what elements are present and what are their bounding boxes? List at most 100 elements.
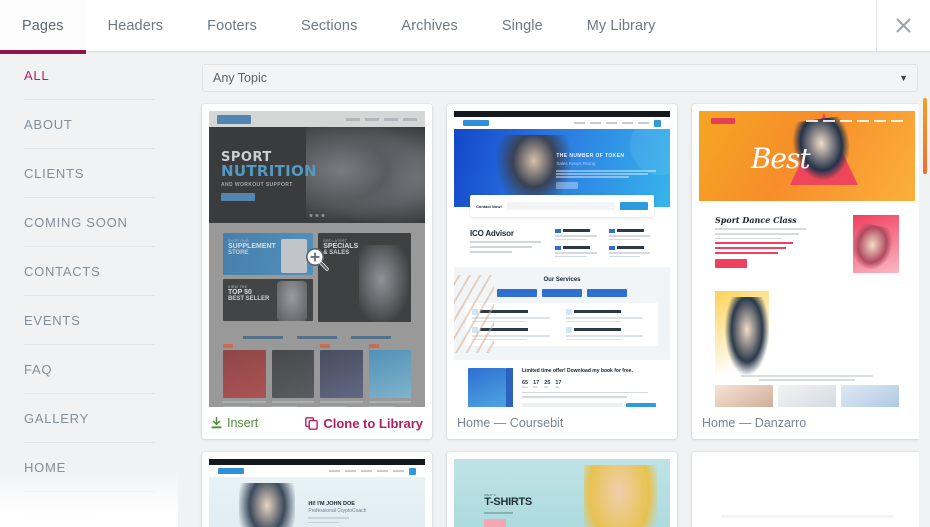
template-thumbnail[interactable]: THE NUMBER OF TOKEN Sales Keeps Rising C… <box>454 111 670 407</box>
template-card-sport-nutrition[interactable]: SPORT NUTRITION AND WORKOUT SUPPORT SHOP… <box>202 104 432 439</box>
sidebar-item-pricings[interactable]: PRICINGS <box>24 492 155 527</box>
thumbnail-preview-image <box>699 459 915 527</box>
sidebar-item-events-label: EVENTS <box>24 313 81 328</box>
book-countdown-3: 17 <box>555 379 562 386</box>
tab-list: Pages Headers Footers Sections Archives … <box>0 0 678 54</box>
template-card-blank[interactable] <box>692 452 922 527</box>
topic-filter-select[interactable]: Any Topic ▼ <box>202 64 918 92</box>
sidebar-item-coming-soon-label: COMING SOON <box>24 215 128 230</box>
clone-to-library-button[interactable]: Clone to Library <box>305 416 423 431</box>
magnifier-plus-icon <box>306 248 329 271</box>
filter-row: Any Topic ▼ <box>190 54 930 92</box>
template-thumbnail[interactable]: MEN'S T-SHIRTS <box>454 459 670 527</box>
template-library-modal: Pages Headers Footers Sections Archives … <box>0 0 930 527</box>
sidebar-item-faq[interactable]: FAQ <box>24 345 155 394</box>
promo3-kicker: SEE LATEST <box>323 239 348 243</box>
template-card-home-danzarro[interactable]: Best Sport Dance Class Home — Danzarro <box>692 104 922 439</box>
template-grid-row-2: HI! I'M JOHN DOE Professional CryptoCoac… <box>190 452 930 527</box>
template-thumbnail[interactable]: SPORT NUTRITION AND WORKOUT SUPPORT SHOP… <box>209 111 425 407</box>
promo2-title2: BEST SELLER <box>228 296 270 303</box>
sidebar-item-gallery[interactable]: GALLERY <box>24 394 155 443</box>
tab-headers-label: Headers <box>107 17 164 34</box>
sidebar-item-about[interactable]: ABOUT <box>24 100 155 149</box>
book-countdown-1: 17 <box>533 379 540 386</box>
thumbnail-preview-image: HI! I'M JOHN DOE Professional CryptoCoac… <box>209 459 425 527</box>
topic-filter-value: Any Topic <box>213 71 267 85</box>
sidebar-item-contacts-label: CONTACTS <box>24 264 101 279</box>
sidebar-item-contacts[interactable]: CONTACTS <box>24 247 155 296</box>
thumbnail-preview-image: MEN'S T-SHIRTS <box>454 459 670 527</box>
sidebar-item-coming-soon[interactable]: COMING SOON <box>24 198 155 247</box>
thumbnail-preview-image: THE NUMBER OF TOKEN Sales Keeps Rising C… <box>454 111 670 407</box>
tab-my-library[interactable]: My Library <box>565 0 678 51</box>
promo1-title2: STORE <box>228 250 249 257</box>
download-insert-icon <box>211 417 222 429</box>
book-offer-title: Limited time offer! Download my book for… <box>522 368 633 375</box>
promo1-kicker: SHOP OUR <box>228 239 250 243</box>
tab-footers-label: Footers <box>207 17 257 34</box>
promo2-kicker: VIEW THE <box>228 285 248 289</box>
tab-pages[interactable]: Pages <box>0 0 86 54</box>
modal-body: ALL ABOUT CLIENTS COMING SOON CONTACTS E… <box>0 54 930 527</box>
tab-pages-label: Pages <box>22 17 64 34</box>
about-hero-title: HI! I'M JOHN DOE <box>308 501 355 507</box>
category-sidebar: ALL ABOUT CLIENTS COMING SOON CONTACTS E… <box>0 54 178 527</box>
sidebar-item-all-label: ALL <box>24 68 50 83</box>
template-grid-row-1: SPORT NUTRITION AND WORKOUT SUPPORT SHOP… <box>190 92 930 439</box>
tab-archives[interactable]: Archives <box>379 0 479 51</box>
sidebar-item-gallery-label: GALLERY <box>24 411 89 426</box>
template-card-tshirts-shop[interactable]: MEN'S T-SHIRTS <box>447 452 677 527</box>
sidebar-item-pricings-label: PRICINGS <box>24 509 93 524</box>
sidebar-item-home-label: HOME <box>24 460 66 475</box>
sidebar-item-clients[interactable]: CLIENTS <box>24 149 155 198</box>
promo1-title: SUPPLEMENT <box>228 243 276 250</box>
template-thumbnail[interactable] <box>699 459 915 527</box>
template-type-tabbar: Pages Headers Footers Sections Archives … <box>0 0 930 54</box>
content-scrollbar-track[interactable] <box>919 54 930 527</box>
danzarro-section-title: Sport Dance Class <box>715 215 797 225</box>
template-card-coursebit-about[interactable]: HI! I'M JOHN DOE Professional CryptoCoac… <box>202 452 432 527</box>
about-hero-sub: Professional CryptoCoach <box>308 508 367 514</box>
template-card-title: Home — Coursebit <box>457 416 564 430</box>
thumb-hero-line2: NUTRITION <box>221 162 317 180</box>
thumb-hero-sub: AND WORKOUT SUPPORT <box>221 181 293 188</box>
close-icon <box>896 18 911 33</box>
tab-single-label: Single <box>501 17 543 34</box>
sidebar-item-all[interactable]: ALL <box>24 54 155 100</box>
insert-button-label: Insert <box>227 416 259 430</box>
sidebar-scrollbar-track[interactable] <box>179 54 366 527</box>
coursebit-cta-label: Contact Now! <box>476 203 502 209</box>
category-list: ALL ABOUT CLIENTS COMING SOON CONTACTS E… <box>0 54 178 527</box>
sidebar-item-about-label: ABOUT <box>24 117 73 132</box>
coursebit-section-title: ICO Advisor <box>470 229 514 238</box>
template-thumbnail[interactable]: Best Sport Dance Class <box>699 111 915 407</box>
coursebit-hero-title: THE NUMBER OF TOKEN <box>556 153 625 159</box>
template-card-home-coursebit[interactable]: THE NUMBER OF TOKEN Sales Keeps Rising C… <box>447 104 677 439</box>
zoom-preview-button[interactable] <box>304 246 330 272</box>
coursebit-services-title: Our Services <box>543 277 581 284</box>
sidebar-item-events[interactable]: EVENTS <box>24 296 155 345</box>
sidebar-item-faq-label: FAQ <box>24 362 53 377</box>
sidebar-item-clients-label: CLIENTS <box>24 166 85 181</box>
close-button[interactable] <box>877 0 930 51</box>
templates-content: Any Topic ▼ SPORT NUTRITION AND WORKOUT … <box>190 54 930 527</box>
book-countdown-2: 25 <box>544 379 551 386</box>
clone-to-library-label: Clone to Library <box>323 415 423 431</box>
tab-my-library-label: My Library <box>586 17 656 34</box>
content-scrollbar-thumb[interactable] <box>923 98 927 174</box>
promo2-title: TOP 50 <box>228 289 252 296</box>
book-countdown-0: 65 <box>522 379 529 386</box>
tab-single[interactable]: Single <box>480 0 565 51</box>
sidebar-item-home[interactable]: HOME <box>24 443 155 492</box>
tab-sections[interactable]: Sections <box>279 0 379 51</box>
tab-footers[interactable]: Footers <box>185 0 279 51</box>
tab-archives-label: Archives <box>401 17 458 34</box>
template-thumbnail[interactable]: HI! I'M JOHN DOE Professional CryptoCoac… <box>209 459 425 527</box>
tabbar-spacer <box>677 0 876 51</box>
card-actions: Insert Clone to Library <box>202 407 432 439</box>
coursebit-hero-sub: Sales Keeps Rising <box>556 161 596 166</box>
chevron-down-icon: ▼ <box>899 73 908 83</box>
insert-button[interactable]: Insert <box>211 416 258 430</box>
tab-headers[interactable]: Headers <box>86 0 186 51</box>
tab-sections-label: Sections <box>301 17 358 34</box>
